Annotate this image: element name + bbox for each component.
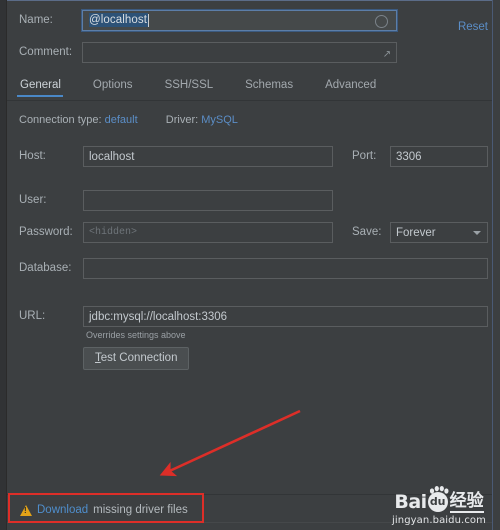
download-driver-link[interactable]: Download [37, 504, 88, 516]
url-input-value: jdbc:mysql://localhost:3306 [89, 310, 228, 323]
connection-type-row: Connection type: default Driver: MySQL [19, 114, 238, 126]
missing-driver-warning[interactable]: Download missing driver files [16, 502, 192, 518]
tab-advanced[interactable]: Advanced [324, 75, 388, 97]
tab-schemas[interactable]: Schemas [244, 75, 305, 97]
name-label: Name: [19, 14, 53, 26]
right-panel-gutter [493, 0, 500, 530]
tab-general[interactable]: General [17, 75, 73, 97]
url-label: URL: [19, 310, 46, 322]
user-input[interactable] [83, 190, 333, 211]
database-label: Database: [19, 262, 72, 274]
reset-button[interactable]: Reset [458, 21, 488, 33]
tab-options[interactable]: Options [92, 75, 145, 97]
footer-bar: Download missing driver files [7, 494, 492, 530]
save-label: Save: [352, 226, 382, 238]
password-input-placeholder: <hidden> [89, 227, 138, 238]
host-input-value: localhost [89, 150, 135, 163]
tab-ssh-ssl[interactable]: SSH/SSL [164, 75, 226, 97]
driver-label: Driver: [165, 114, 199, 126]
expand-diagonal-icon[interactable]: ↗ [381, 49, 393, 61]
general-tab-panel: Connection type: default Driver: MySQL H… [7, 102, 492, 494]
name-input[interactable]: @localhost [81, 8, 398, 32]
host-input[interactable]: localhost [83, 146, 333, 167]
save-dropdown-value: Forever [396, 226, 436, 239]
comment-row: Comment: ↗ [7, 41, 492, 63]
driver-value[interactable]: MySQL [201, 114, 238, 126]
test-connection-button[interactable]: Test Connection [83, 347, 190, 370]
comment-label: Comment: [19, 46, 73, 58]
footer-divider [7, 522, 492, 523]
circle-icon[interactable] [375, 14, 388, 28]
overrides-hint: Overrides settings above [86, 330, 186, 340]
name-input-value: @localhost [89, 13, 149, 27]
missing-driver-text: missing driver files [93, 504, 188, 516]
connection-header: Name: @localhost Reset Comment: ↗ [7, 1, 492, 75]
test-connection-label: est Connection [100, 352, 178, 364]
url-input[interactable]: jdbc:mysql://localhost:3306 [83, 306, 488, 327]
port-label: Port: [352, 150, 377, 162]
settings-tabs: General Options SSH/SSL Schemas Advanced [7, 75, 492, 101]
host-label: Host: [19, 150, 46, 162]
port-input[interactable]: 3306 [390, 146, 488, 167]
right-panel-divider [492, 0, 493, 530]
name-row: Name: @localhost Reset [7, 8, 492, 33]
save-dropdown[interactable]: Forever [390, 222, 488, 243]
text-caret [148, 13, 150, 27]
connection-type-label: Connection type: [19, 114, 102, 126]
warning-triangle-icon [20, 505, 32, 516]
password-label: Password: [19, 226, 73, 238]
database-input[interactable] [83, 258, 488, 279]
comment-input[interactable]: ↗ [82, 41, 397, 63]
connection-type-value[interactable]: default [105, 114, 138, 126]
user-label: User: [19, 194, 47, 206]
chevron-down-icon [473, 231, 481, 235]
database-connection-settings-window: Name: @localhost Reset Comment: ↗ Genera… [0, 0, 500, 530]
password-input[interactable]: <hidden> [83, 222, 333, 243]
port-input-value: 3306 [396, 150, 422, 163]
